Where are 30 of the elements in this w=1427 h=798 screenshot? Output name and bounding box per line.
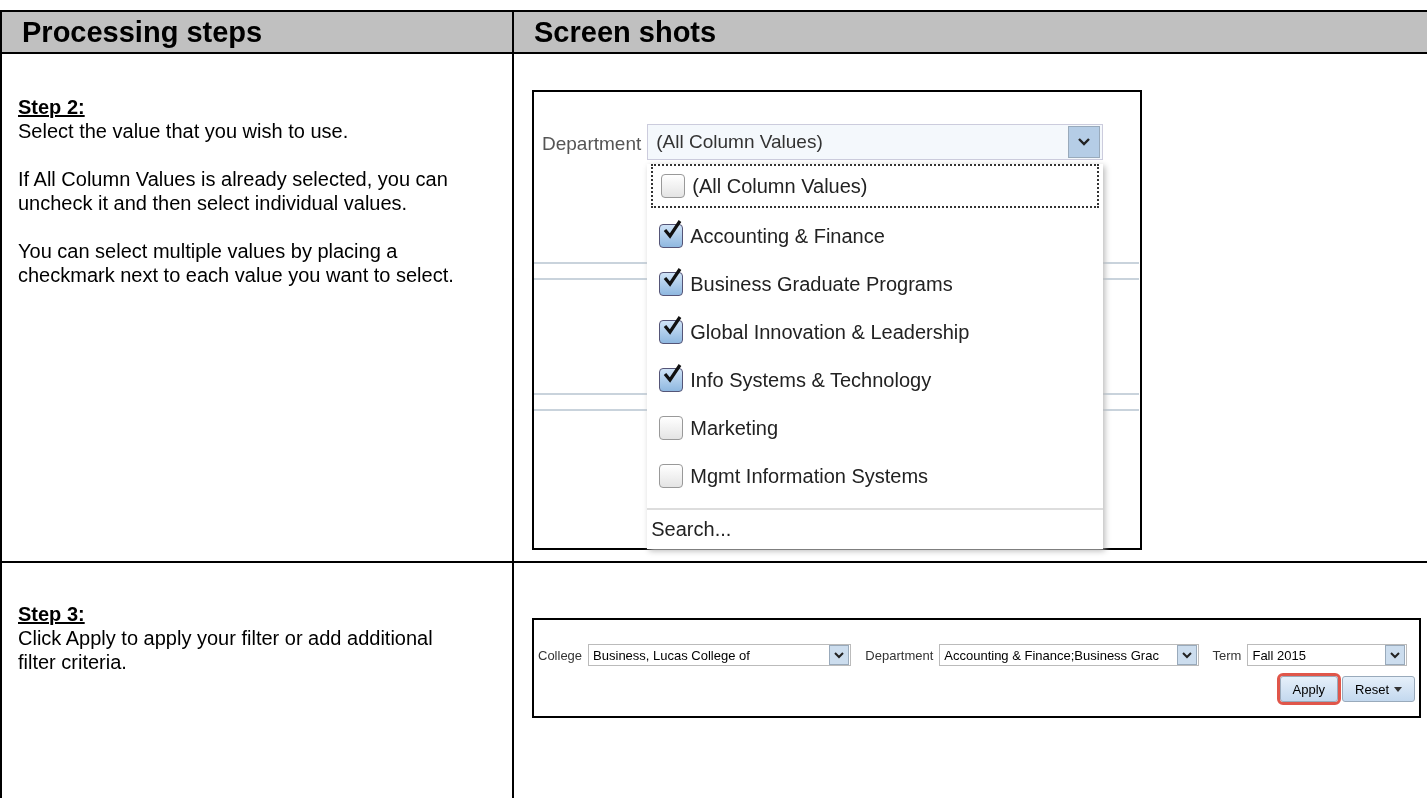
dropdown-field[interactable]: Accounting & Finance;Business Grac — [939, 644, 1199, 666]
checkbox[interactable] — [661, 174, 686, 198]
step-instructions: Click Apply to apply your filter or add additional filter criteria. — [18, 626, 434, 674]
checkbox[interactable] — [659, 416, 684, 440]
checkbox-option[interactable]: Marketing — [647, 404, 1104, 452]
search-field[interactable]: Search... — [647, 508, 1104, 549]
caret-icon — [1394, 686, 1402, 692]
dropdown-field[interactable]: Business, Lucas College of — [588, 644, 852, 666]
step-instructions: If All Column Values is already selected, you can uncheck it and then select individual values. — [18, 167, 449, 215]
field-label: College — [538, 647, 583, 663]
column-header: Screen shots — [533, 15, 718, 50]
checkbox-option[interactable]: Mgmt Information Systems — [647, 452, 1104, 500]
chevron-down-icon[interactable] — [1176, 645, 1197, 665]
checkbox-option[interactable]: (All Column Values) — [651, 164, 1100, 208]
chevron-down-icon[interactable] — [1068, 126, 1101, 158]
dropdown-field[interactable]: Fall 2015 — [1247, 644, 1407, 666]
step-instructions: You can select multiple values by placing a checkmark next to each value you want to select. — [18, 239, 455, 287]
action-button[interactable]: Reset — [1342, 676, 1415, 702]
field-label: Department — [541, 132, 643, 155]
column-header: Processing steps — [2, 12, 514, 52]
checkbox[interactable] — [659, 464, 684, 488]
chevron-down-icon[interactable] — [829, 645, 850, 665]
step-heading: Step 2: — [18, 96, 86, 119]
dropdown-field[interactable]: (All Column Values) — [647, 124, 1104, 160]
action-button[interactable]: Apply — [1279, 676, 1339, 702]
step-heading: Step 3: — [18, 603, 86, 626]
field-label: Term — [1212, 647, 1242, 663]
field-label: Department — [865, 647, 934, 663]
step-instructions: Select the value that you wish to use. — [18, 119, 350, 143]
chevron-down-icon[interactable] — [1385, 645, 1405, 665]
